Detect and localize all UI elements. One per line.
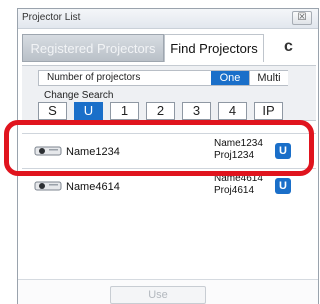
change-search-label: Change Search <box>44 90 114 101</box>
title-bar: Projector List ☒ <box>18 9 318 29</box>
search-button-1[interactable]: 1 <box>110 102 139 120</box>
search-button-ip[interactable]: IP <box>254 102 283 120</box>
search-button-2[interactable]: 2 <box>146 102 175 120</box>
close-button[interactable]: ☒ <box>292 11 312 25</box>
tab-find-projectors[interactable]: Find Projectors <box>164 34 264 62</box>
search-button-u[interactable]: U <box>74 102 103 120</box>
search-panel: Number of projectors One Multi Change Se… <box>22 65 316 121</box>
window-title: Projector List <box>22 12 81 23</box>
number-of-projectors-row: Number of projectors One Multi <box>38 70 288 86</box>
projector-info-proj: Proj4614 <box>214 185 255 196</box>
tab-bar: Registered Projectors Find Projectors c <box>18 30 318 64</box>
one-button[interactable]: One <box>211 71 249 85</box>
projector-name: Name4614 <box>66 181 120 193</box>
search-button-s[interactable]: S <box>38 102 67 120</box>
search-button-3[interactable]: 3 <box>182 102 211 120</box>
projector-icon <box>34 181 62 191</box>
close-icon: ☒ <box>297 12 307 23</box>
tab-registered-projectors[interactable]: Registered Projectors <box>22 34 164 62</box>
footer-bar: Use <box>18 279 318 304</box>
use-button[interactable]: Use <box>110 286 206 304</box>
search-button-4[interactable]: 4 <box>218 102 247 120</box>
projector-info: Name4614 Proj4614 <box>214 173 263 197</box>
usb-badge: U <box>275 178 291 194</box>
highlight-annotation <box>4 120 314 176</box>
refresh-icon[interactable]: c <box>284 38 293 56</box>
number-of-projectors-label: Number of projectors <box>47 72 141 83</box>
multi-button[interactable]: Multi <box>249 71 288 85</box>
